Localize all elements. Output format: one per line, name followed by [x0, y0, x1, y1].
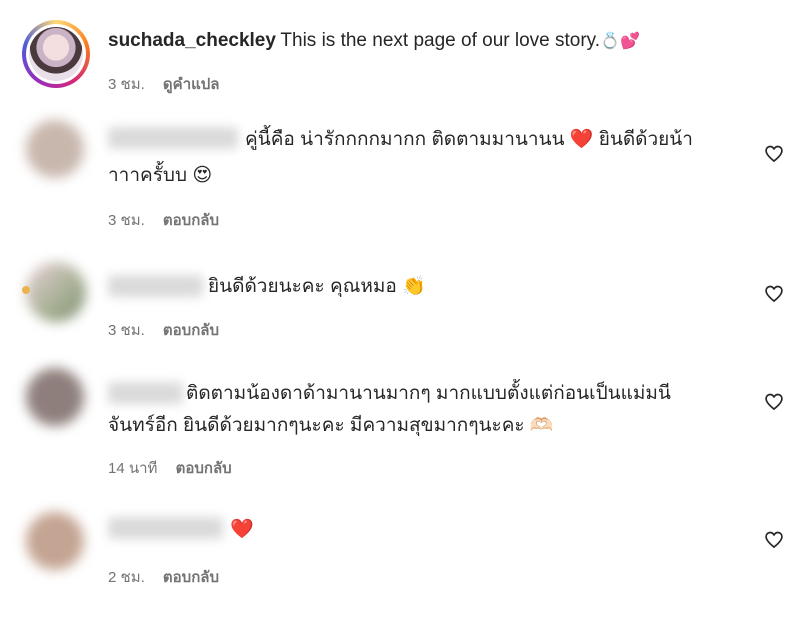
comment-username-blurred[interactable]	[108, 517, 223, 539]
caption-text: This is the next page of our love story.	[280, 30, 601, 51]
comment-text: ยินดีด้วยนะคะ คุณหมอ 👏	[208, 276, 426, 297]
comment-username-blurred[interactable]	[108, 275, 203, 297]
comment-avatar[interactable]	[26, 512, 84, 570]
comment-time: 2 ชม.	[108, 569, 145, 586]
heart-outline-icon[interactable]	[764, 144, 784, 164]
comment-username-blurred[interactable]	[108, 127, 238, 149]
caption-emojis: 💍💕	[600, 31, 640, 50]
comment-avatar[interactable]	[26, 120, 84, 178]
story-ring-fragment	[22, 286, 30, 294]
comment-time: 3 ชม.	[108, 322, 145, 339]
comment-meta: 3 ชม. ตอบกลับ	[108, 208, 219, 232]
caption-username[interactable]: suchada_checkley	[108, 30, 276, 51]
caption-avatar[interactable]	[22, 20, 90, 88]
caption-line: suchada_checkley This is the next page o…	[108, 30, 640, 52]
reply-button[interactable]: ตอบกลับ	[163, 212, 219, 229]
heart-outline-icon[interactable]	[764, 530, 784, 550]
heart-outline-icon[interactable]	[764, 284, 784, 304]
comment-text-line2: าาาครั้บบ 😍	[108, 165, 213, 186]
avatar-photo	[29, 27, 83, 81]
translate-button[interactable]: ดูคำแปล	[163, 76, 220, 93]
heart-outline-icon[interactable]	[764, 392, 784, 412]
reply-button[interactable]: ตอบกลับ	[163, 322, 219, 339]
comment-avatar[interactable]	[26, 262, 86, 322]
comment-username-blurred[interactable]	[108, 382, 183, 404]
comment-avatar[interactable]	[26, 368, 84, 426]
comment-time: 3 ชม.	[108, 212, 145, 229]
comment-text: ❤️	[230, 518, 254, 540]
comment-time: 14 นาที	[108, 460, 158, 477]
reply-button[interactable]: ตอบกลับ	[176, 460, 232, 477]
caption-time: 3 ชม.	[108, 76, 145, 93]
comment-text: คู่นี้คือ น่ารักกกกมากก ติดตามมานานน ❤️ …	[245, 129, 693, 150]
comment-text: ติดตามน้องดาด้ามานานมากๆ มากแบบตั้งแต่ก่…	[186, 383, 671, 404]
comment-meta: 3 ชม. ตอบกลับ	[108, 318, 219, 342]
reply-button[interactable]: ตอบกลับ	[163, 569, 219, 586]
comment-meta: 2 ชม. ตอบกลับ	[108, 565, 219, 589]
caption-meta: 3 ชม. ดูคำแปล	[108, 72, 220, 96]
comment-meta: 14 นาที ตอบกลับ	[108, 456, 232, 480]
comment-text-line2: จันทร์อีก ยินดีด้วยมากๆนะคะ มีความสุขมาก…	[108, 415, 554, 436]
